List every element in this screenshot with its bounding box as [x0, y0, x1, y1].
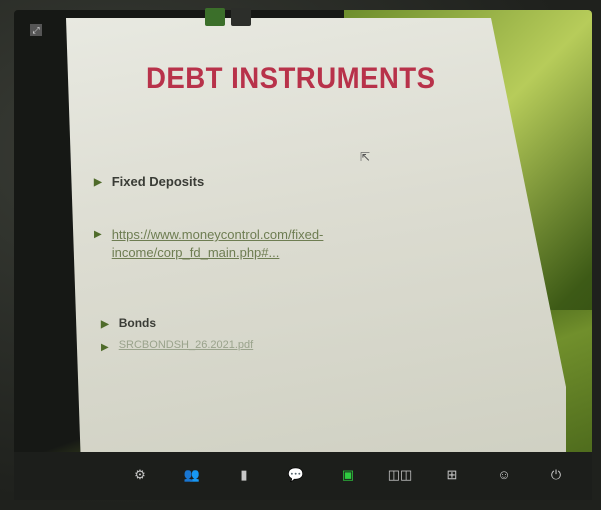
toolbar-breakout-rooms[interactable]: ⊞ [426, 467, 478, 486]
bullet-text: Bonds [118, 316, 157, 330]
toolbar-reactions[interactable]: ☺ [478, 467, 530, 486]
bullet-bonds: ▶ Bonds [101, 316, 156, 330]
view-options-button[interactable] [231, 8, 251, 26]
chat-icon: 💬 [287, 466, 305, 482]
reactions-icon: ☺ [497, 466, 511, 482]
breakout-rooms-icon: ⊞ [446, 466, 458, 482]
bullet-arrow-icon: ▶ [101, 319, 109, 330]
toolbar-share-screen[interactable]: ▣ [322, 467, 374, 486]
meeting-toolbar: ⚙ 👥 ▮ 💬 ▣ ◫◫ ⊞ ☺ ⏻ [14, 452, 592, 500]
gear-icon: ⚙ [134, 466, 146, 482]
slide-title: DEBT INSTRUMENTS [146, 62, 436, 95]
share-screen-icon: ▣ [341, 466, 355, 482]
mouse-cursor-icon: ⇱ [360, 150, 371, 164]
toolbar-record[interactable]: ◫◫ [374, 467, 426, 486]
toolbar-polls[interactable]: ▮ [218, 467, 270, 486]
bullet-arrow-icon: ▶ [94, 177, 102, 188]
leave-icon: ⏻ [550, 466, 562, 482]
sharing-status-pill [205, 8, 225, 26]
fullscreen-icon[interactable]: ⤢ [30, 24, 42, 36]
polls-icon: ▮ [240, 466, 248, 482]
screen-share-topbar [205, 8, 251, 26]
bonds-file-link[interactable]: SRCBONDSH_26.2021.pdf [119, 339, 254, 351]
bullet-fixed-deposits: ▶ Fixed Deposits [94, 174, 204, 189]
toolbar-chat[interactable]: 💬 [270, 467, 322, 486]
participants-icon: 👥 [183, 466, 201, 482]
bullet-arrow-icon: ▶ [94, 229, 102, 240]
toolbar-leave[interactable]: ⏻ [530, 467, 582, 486]
toolbar-participants[interactable]: 👥 [166, 467, 218, 486]
toolbar-security[interactable]: ⚙ [114, 467, 166, 486]
moneycontrol-link[interactable]: https://www.moneycontrol.com/fixed-incom… [112, 226, 362, 262]
bullet-text: Fixed Deposits [111, 174, 205, 189]
record-icon: ◫◫ [387, 466, 413, 482]
bullet-moneycontrol-link[interactable]: ▶ https://www.moneycontrol.com/fixed-inc… [94, 226, 362, 262]
bullet-arrow-icon: ▶ [101, 342, 109, 353]
bullet-bonds-file[interactable]: ▶ SRCBONDSH_26.2021.pdf [101, 339, 253, 353]
